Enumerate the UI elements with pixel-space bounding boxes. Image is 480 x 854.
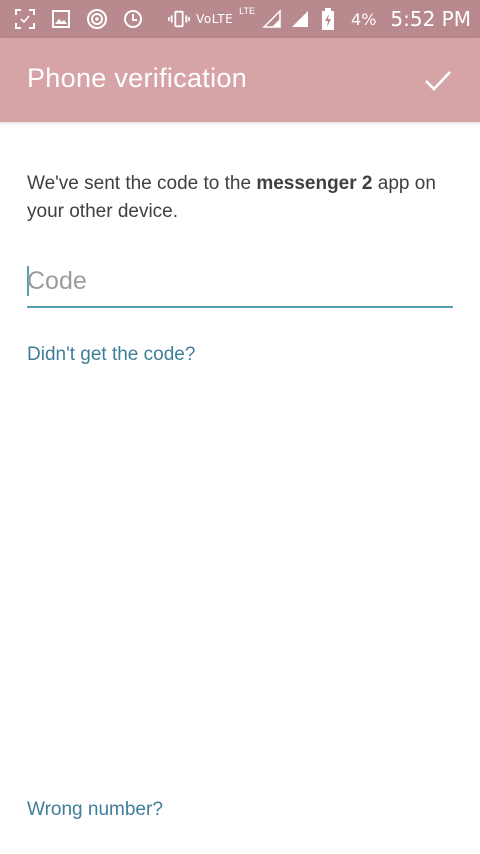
signal-full-icon	[289, 8, 311, 30]
hotspot-icon	[86, 8, 108, 30]
signal-icon	[261, 8, 283, 30]
wrong-number-link[interactable]: Wrong number?	[27, 799, 163, 821]
message-app-name: messenger 2	[256, 173, 373, 194]
code-field[interactable]	[27, 258, 453, 308]
code-input[interactable]	[27, 260, 447, 302]
battery-percent: 4%	[351, 9, 377, 29]
page-title: Phone verification	[27, 63, 248, 93]
volte-label: VoLTE	[196, 12, 234, 26]
battery-charging-icon	[317, 8, 339, 30]
status-bar: VoLTE LTE 4% 5:52 PM	[0, 0, 480, 38]
screenshot-icon	[14, 8, 36, 30]
resend-code-link[interactable]: Didn't get the code?	[27, 344, 195, 366]
status-notifications	[0, 8, 144, 30]
check-icon	[425, 71, 451, 91]
message-prefix: We've sent the code to the	[27, 173, 257, 194]
status-system: VoLTE LTE 4% 5:52 PM	[168, 6, 480, 31]
lte-label: LTE	[239, 6, 256, 16]
sync-icon	[122, 8, 144, 30]
clock: 5:52 PM	[390, 7, 471, 31]
confirm-button[interactable]	[416, 58, 460, 102]
image-icon	[50, 8, 72, 30]
sent-code-message: We've sent the code to the messenger 2 a…	[27, 170, 457, 226]
vibrate-icon	[168, 8, 191, 30]
app-bar: Phone verification	[0, 38, 480, 122]
